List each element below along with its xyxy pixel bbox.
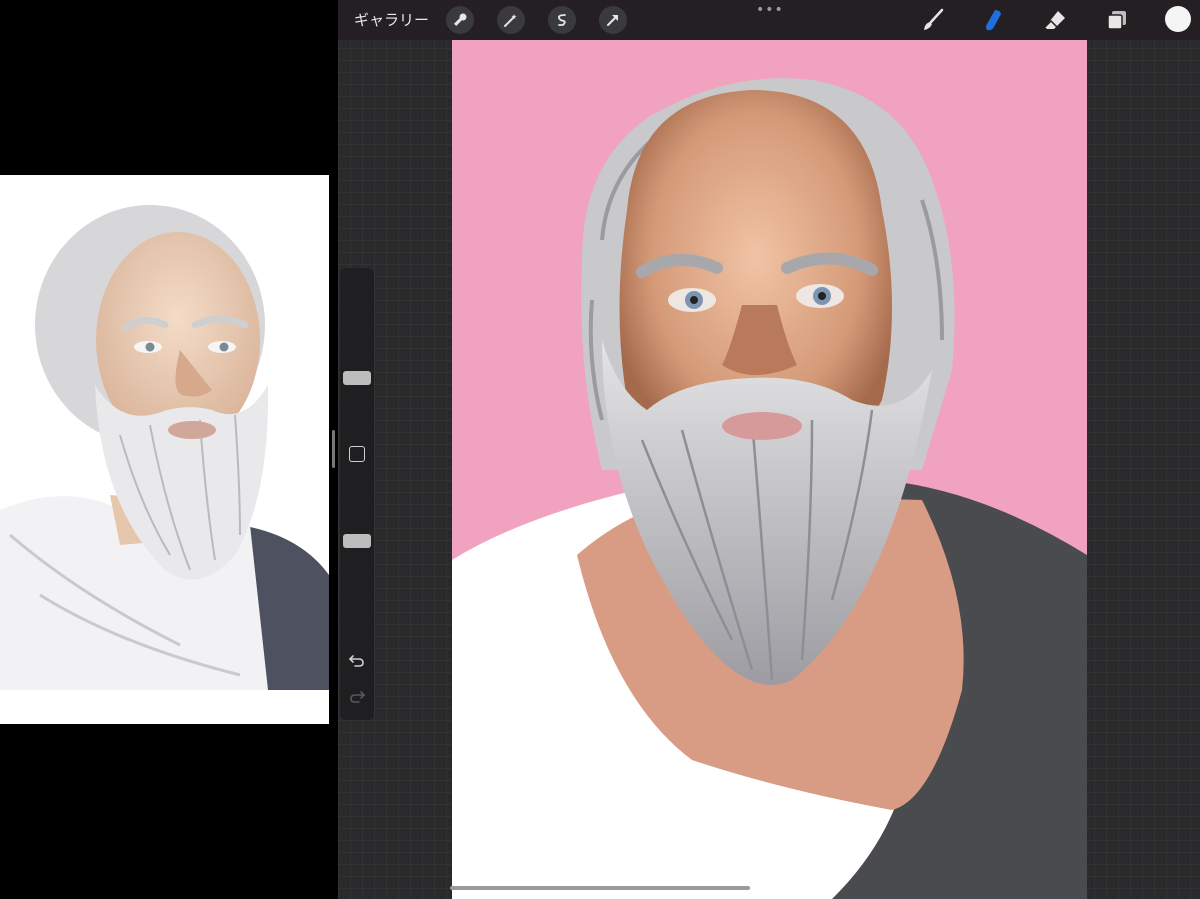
drawing-canvas[interactable] <box>452 40 1087 899</box>
transform-button[interactable] <box>599 6 627 34</box>
layers-icon <box>1107 11 1126 30</box>
canvas-artwork <box>452 78 1087 899</box>
opacity-thumb[interactable] <box>343 534 371 549</box>
reference-portrait-image <box>0 175 329 724</box>
sidebar <box>340 268 374 720</box>
brush-size-slider[interactable] <box>340 276 374 436</box>
reference-portrait-drawing <box>0 175 329 724</box>
eraser-button[interactable] <box>1040 6 1070 34</box>
smudge-button[interactable] <box>978 6 1008 34</box>
selection-button[interactable] <box>548 6 576 34</box>
redo-icon[interactable] <box>348 688 366 706</box>
transform-arrow-icon <box>607 15 618 26</box>
brush-icon <box>924 8 944 30</box>
adjustments-button[interactable] <box>497 6 525 34</box>
color-swatch[interactable] <box>1165 6 1191 32</box>
selection-icon <box>557 14 566 26</box>
actions-button[interactable] <box>446 6 474 34</box>
undo-icon[interactable] <box>348 652 366 670</box>
gallery-button[interactable]: ギャラリー <box>354 8 429 32</box>
eraser-icon <box>1044 11 1065 29</box>
home-indicator <box>450 886 750 890</box>
opacity-slider[interactable] <box>340 476 374 636</box>
wrench-icon <box>454 13 467 26</box>
smudge-icon <box>986 10 1001 31</box>
layers-button[interactable] <box>1102 6 1132 34</box>
magic-wand-icon <box>504 14 517 27</box>
reference-panel <box>0 0 338 899</box>
procreate-app: ギャラリー ••• <box>332 0 1200 899</box>
modify-button[interactable] <box>349 446 365 462</box>
brush-size-thumb[interactable] <box>343 370 371 385</box>
brush-button[interactable] <box>918 6 948 34</box>
top-toolbar: ギャラリー ••• <box>338 0 1200 40</box>
more-options-dots[interactable]: ••• <box>756 2 784 18</box>
sidebar-handle[interactable] <box>332 430 335 468</box>
